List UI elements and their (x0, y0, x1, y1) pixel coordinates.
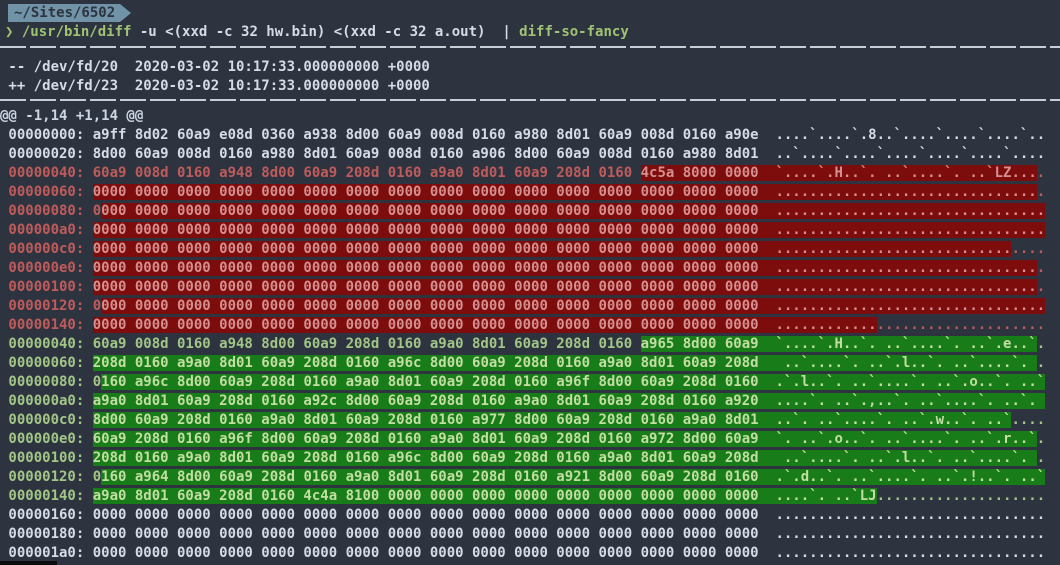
diff-highlight-segment: 0000 0000 0000 0000 0000 0000 0000 0000 … (92, 260, 1037, 276)
diff-text-segment: 00000000: a9ff 8d02 60a9 e08d 0360 a938 … (0, 127, 1046, 143)
diff-text-segment: 000000e0: (0, 260, 93, 276)
command-line[interactable]: ❯ /usr/bin/diff -u <(xxd -c 32 hw.bin) <… (5, 23, 629, 42)
diff-line-del: 00000100: 0000 0000 0000 0000 0000 0000 … (0, 278, 1045, 297)
diff-highlight-segment: 000 0000 0000 0000 0000 0000 0000 0000 0… (101, 298, 1046, 314)
tab-title: ~/Sites/6502 (14, 5, 116, 21)
diff-line-del: 00000080: 0000 0000 0000 0000 0000 0000 … (0, 202, 1046, 221)
diff-highlight-segment: 0000 0000 0000 0000 0000 0000 0000 0000 … (92, 241, 1012, 257)
diff-text-segment: 00000140: (0, 488, 93, 504)
separator-line (0, 99, 1060, 101)
diff-line-del: 00000140: 0000 0000 0000 0000 0000 0000 … (0, 316, 1045, 335)
diff-text-segment: 00000140: (0, 317, 93, 333)
diff-text-segment: . (1036, 450, 1046, 466)
diff-line-del: 000000c0: 0000 0000 0000 0000 0000 0000 … (0, 240, 1045, 259)
diff-highlight-segment: 0000 0000 0000 0000 0000 0000 0000 0000 … (92, 279, 1037, 295)
diff-highlight-segment: 0000 0000 0000 0000 0000 0000 0000 0000 … (92, 222, 1046, 238)
diff-text-segment: 00000040: 60a9 008d 0160 a948 8d00 60a9 … (0, 165, 641, 181)
diff-text-segment: 000000a0: (0, 393, 93, 409)
diff-text-segment: . (1036, 165, 1046, 181)
diff-text-segment: 00000080: 0 (0, 203, 102, 219)
diff-text-segment: 00000060: (0, 355, 93, 371)
diff-line-ctx: 00000000: a9ff 8d02 60a9 e08d 0360 a938 … (0, 126, 1045, 145)
diff-text-segment: .... (1011, 412, 1046, 428)
diff-line-hunk: @@ -1,14 +1,14 @@ (0, 107, 1045, 126)
diff-line-del: 00000120: 0000 0000 0000 0000 0000 0000 … (0, 297, 1046, 316)
diff-line-del: 000000a0: 0000 0000 0000 0000 0000 0000 … (0, 221, 1046, 240)
diff-text-segment: 000001a0: 0000 0000 0000 0000 0000 0000 … (0, 545, 1046, 561)
tab-powerline-arrow-icon (120, 4, 132, 22)
diff-text-segment: 00000180: 0000 0000 0000 0000 0000 0000 … (0, 526, 1046, 542)
prompt-chevron-icon: ❯ (5, 24, 22, 40)
separator-line (0, 46, 1060, 48)
diff-highlight-segment: a9a0 8d01 60a9 208d 0160 4c4a 8100 0000 … (92, 488, 877, 504)
diff-text-segment: 000000e0: (0, 431, 93, 447)
diff-text-segment: . (1036, 279, 1046, 295)
diff-line-add: 00000120: 0160 a964 8d00 60a9 208d 0160 … (0, 468, 1046, 487)
diff-line-add: 00000060: 208d 0160 a9a0 8d01 60a9 208d … (0, 354, 1045, 373)
diff-highlight-segment: 4c5a 8000 0000 `....`.H..`. ..`....`. ..… (640, 165, 1037, 181)
diff-line-add: 00000140: a9a0 8d01 60a9 208d 0160 4c4a … (0, 487, 1045, 506)
command-filter: diff-so-fancy (519, 24, 629, 40)
diff-line-ctx: 00000180: 0000 0000 0000 0000 0000 0000 … (0, 525, 1045, 544)
diff-text-segment: . (1036, 260, 1046, 276)
diff-text-segment: 00000060: (0, 184, 93, 200)
diff-new-file-header: ++ /dev/fd/23 2020-03-02 10:17:33.000000… (0, 78, 430, 94)
diff-highlight-segment: 208d 0160 a9a0 8d01 60a9 208d 0160 a96c … (92, 450, 1037, 466)
diff-line-add: 000000c0: 8d00 60a9 208d 0160 a9a0 8d01 … (0, 411, 1045, 430)
diff-text-segment: 00000020: 8d00 60a9 008d 0160 a980 8d01 … (0, 146, 1046, 162)
terminal-tab[interactable]: ~/Sites/6502 (8, 4, 132, 22)
diff-line-del: 000000e0: 0000 0000 0000 0000 0000 0000 … (0, 259, 1045, 278)
diff-line-ctx: 00000020: 8d00 60a9 008d 0160 a980 8d01 … (0, 145, 1045, 164)
diff-text-segment: 00000100: (0, 450, 93, 466)
diff-line-del: 00000060: 0000 0000 0000 0000 0000 0000 … (0, 183, 1045, 202)
diff-line-add: 00000100: 208d 0160 a9a0 8d01 60a9 208d … (0, 449, 1045, 468)
diff-highlight-segment: 000 0000 0000 0000 0000 0000 0000 0000 0… (101, 203, 1046, 219)
diff-highlight-segment: 60a9 208d 0160 a96f 8d00 60a9 208d 0160 … (92, 431, 1037, 447)
diff-highlight-segment: 160 a96c 8d00 60a9 208d 0160 a9a0 8d01 6… (101, 374, 1046, 390)
diff-highlight-segment: 160 a964 8d00 60a9 208d 0160 a9a0 8d01 6… (101, 469, 1046, 485)
diff-text-segment: . (1036, 336, 1046, 352)
diff-text-segment: 000000c0: (0, 412, 93, 428)
diff-line-del: 00000040: 60a9 008d 0160 a948 8d00 60a9 … (0, 164, 1045, 183)
command-args: -u <(xxd -c 32 hw.bin) <(xxd -c 32 a.out… (131, 24, 503, 40)
diff-line-add: 00000040: 60a9 008d 0160 a948 8d00 60a9 … (0, 335, 1045, 354)
diff-text-segment: . (1036, 431, 1046, 447)
diff-text-segment: .................... (876, 488, 1046, 504)
diff-highlight-segment: 8d00 60a9 208d 0160 a9a0 8d01 60a9 208d … (92, 412, 1012, 428)
diff-text-segment: . (1036, 184, 1046, 200)
diff-text-segment: .... (1011, 241, 1046, 257)
diff-line-add: 00000080: 0160 a96c 8d00 60a9 208d 0160 … (0, 373, 1046, 392)
diff-body: @@ -1,14 +1,14 @@ 00000000: a9ff 8d02 60… (0, 107, 1045, 563)
terminal-screen[interactable]: { "window": { "tab_title": "~/Sites/6502… (0, 0, 1060, 565)
diff-text-segment: 00000120: 0 (0, 469, 102, 485)
diff-highlight-segment: a965 8d00 60a9 `....`.H..`. ..`....`. ..… (640, 336, 1037, 352)
diff-text-segment: 00000040: 60a9 008d 0160 a948 8d00 60a9 … (0, 336, 641, 352)
diff-highlight-segment: 0000 0000 0000 0000 0000 0000 0000 0000 … (92, 184, 1037, 200)
command-pipe: | (502, 24, 520, 40)
diff-text-segment: 00000120: 0 (0, 298, 102, 314)
diff-line-ctx: 000001a0: 0000 0000 0000 0000 0000 0000 … (0, 544, 1045, 563)
diff-text-segment: 000000a0: (0, 222, 93, 238)
command-binary: /usr/bin/diff (21, 24, 132, 40)
diff-text-segment: 00000080: 0 (0, 374, 102, 390)
diff-highlight-segment: a9a0 8d01 60a9 208d 0160 a92c 8d00 60a9 … (92, 393, 1046, 409)
diff-highlight-segment: 0000 0000 0000 0000 0000 0000 0000 0000 … (92, 317, 877, 333)
diff-line-ctx: 00000160: 0000 0000 0000 0000 0000 0000 … (0, 506, 1045, 525)
next-line-sliver (0, 561, 57, 565)
diff-line-add: 000000e0: 60a9 208d 0160 a96f 8d00 60a9 … (0, 430, 1045, 449)
diff-text-segment: .................... (876, 317, 1046, 333)
diff-text-segment: @@ -1,14 +1,14 @@ (0, 108, 144, 124)
diff-line-add: 000000a0: a9a0 8d01 60a9 208d 0160 a92c … (0, 392, 1046, 411)
diff-highlight-segment: 208d 0160 a9a0 8d01 60a9 208d 0160 a96c … (92, 355, 1037, 371)
diff-text-segment: 00000100: (0, 279, 93, 295)
diff-old-file-header: -- /dev/fd/20 2020-03-02 10:17:33.000000… (0, 59, 430, 75)
diff-text-segment: 00000160: 0000 0000 0000 0000 0000 0000 … (0, 507, 1046, 523)
diff-text-segment: . (1036, 355, 1046, 371)
diff-text-segment: 000000c0: (0, 241, 93, 257)
